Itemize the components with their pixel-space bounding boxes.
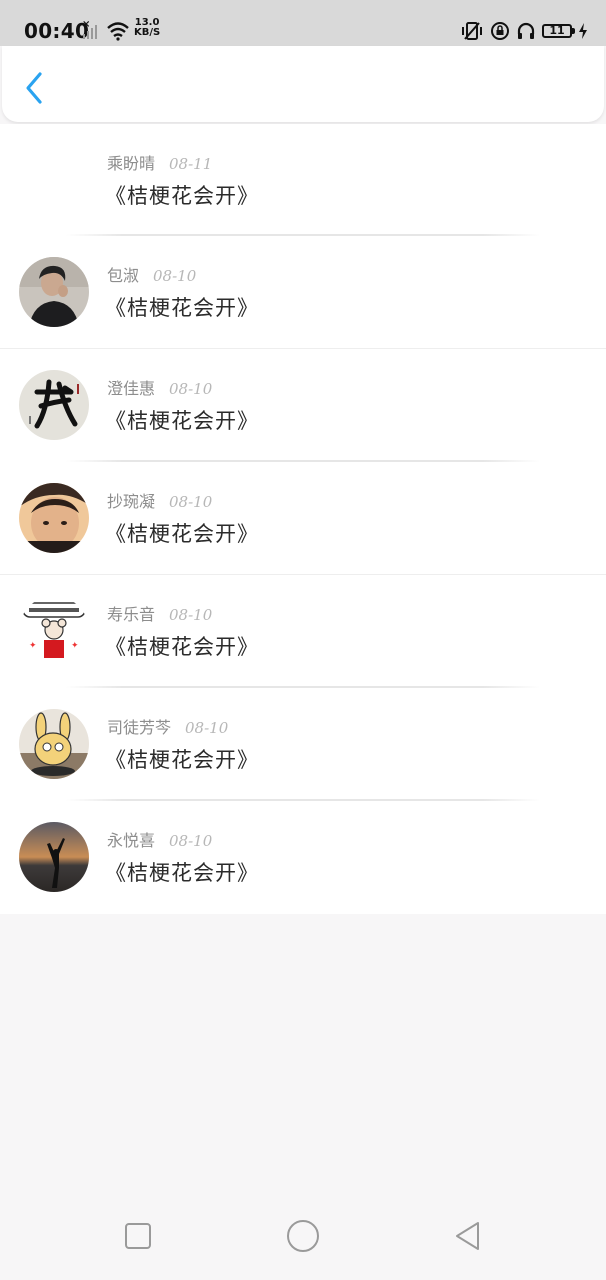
square-icon[interactable] — [118, 1216, 158, 1256]
item-author: 永悦喜 — [107, 831, 156, 850]
item-meta: 乘盼晴 08-11 — [107, 150, 212, 174]
item-title: 《桔梗花会开》 — [105, 409, 259, 433]
circle-icon[interactable] — [283, 1216, 323, 1256]
item-author: 包淑 — [107, 266, 140, 285]
lock-rotation-icon — [491, 22, 509, 40]
item-title: 《桔梗花会开》 — [105, 748, 259, 772]
svg-text:✦: ✦ — [71, 641, 79, 651]
chevron-left-icon[interactable] — [20, 70, 50, 106]
list-item[interactable]: 包淑 08-10 《桔梗花会开》 — [0, 236, 606, 349]
status-right-icons: 11 — [460, 18, 588, 44]
list-item[interactable]: 司徒芳芩 08-10 《桔梗花会开》 — [0, 688, 606, 801]
item-date: 08-10 — [169, 832, 213, 850]
avatar[interactable] — [19, 370, 89, 440]
avatar[interactable]: ✦ ✦ — [19, 596, 89, 666]
list-item[interactable]: 澄佳惠 08-10 《桔梗花会开》 — [0, 349, 606, 462]
header — [2, 46, 604, 122]
item-meta: 寿乐音 08-10 — [107, 601, 212, 625]
item-author: 抄琬凝 — [107, 492, 156, 511]
item-author: 澄佳惠 — [107, 379, 156, 398]
item-date: 08-10 — [185, 719, 229, 737]
item-title: 《桔梗花会开》 — [105, 522, 259, 546]
item-date: 08-10 — [169, 493, 213, 511]
svg-text:×: × — [82, 19, 90, 30]
avatar[interactable] — [19, 822, 89, 892]
avatar[interactable] — [19, 257, 89, 327]
comment-list: 乘盼晴 08-11 《桔梗花会开》 包淑 08-10 《桔梗花会开》 澄佳惠 08-1 — [0, 124, 606, 914]
battery-indicator: 11 — [542, 24, 575, 38]
item-date: 08-10 — [169, 380, 213, 398]
item-date: 08-10 — [169, 606, 213, 624]
status-time: 00:40 — [24, 19, 90, 43]
status-bar: 00:40 × 13.0 KB/S 11 — [0, 0, 606, 46]
item-meta: 抄琬凝 08-10 — [107, 488, 212, 512]
network-speed: 13.0 KB/S — [134, 17, 161, 38]
avatar[interactable] — [19, 483, 89, 553]
item-title: 《桔梗花会开》 — [105, 635, 259, 659]
item-date: 08-10 — [153, 267, 197, 285]
signal-wifi-icons: × — [82, 19, 129, 41]
item-author: 乘盼晴 — [107, 154, 156, 173]
item-author: 司徒芳芩 — [107, 718, 172, 737]
svg-text:✦: ✦ — [29, 641, 37, 651]
item-date: 08-11 — [169, 155, 213, 173]
item-author: 寿乐音 — [107, 605, 156, 624]
list-item[interactable]: 乘盼晴 08-11 《桔梗花会开》 — [0, 124, 606, 236]
triangle-back-icon[interactable] — [448, 1216, 488, 1256]
system-nav-bar — [0, 1196, 606, 1280]
item-title: 《桔梗花会开》 — [105, 184, 259, 208]
list-item[interactable]: 抄琬凝 08-10 《桔梗花会开》 — [0, 462, 606, 575]
item-meta: 司徒芳芩 08-10 — [107, 714, 228, 738]
item-meta: 澄佳惠 08-10 — [107, 375, 212, 399]
item-title: 《桔梗花会开》 — [105, 861, 259, 885]
vibrate-off-icon — [462, 22, 482, 40]
headphones-icon — [517, 22, 535, 39]
list-item[interactable]: 永悦喜 08-10 《桔梗花会开》 — [0, 801, 606, 914]
avatar[interactable] — [19, 709, 89, 779]
list-item[interactable]: ✦ ✦ 寿乐音 08-10 《桔梗花会开》 — [0, 575, 606, 688]
charging-icon — [579, 23, 587, 39]
item-meta: 永悦喜 08-10 — [107, 827, 212, 851]
item-title: 《桔梗花会开》 — [105, 296, 259, 320]
item-meta: 包淑 08-10 — [107, 262, 196, 286]
